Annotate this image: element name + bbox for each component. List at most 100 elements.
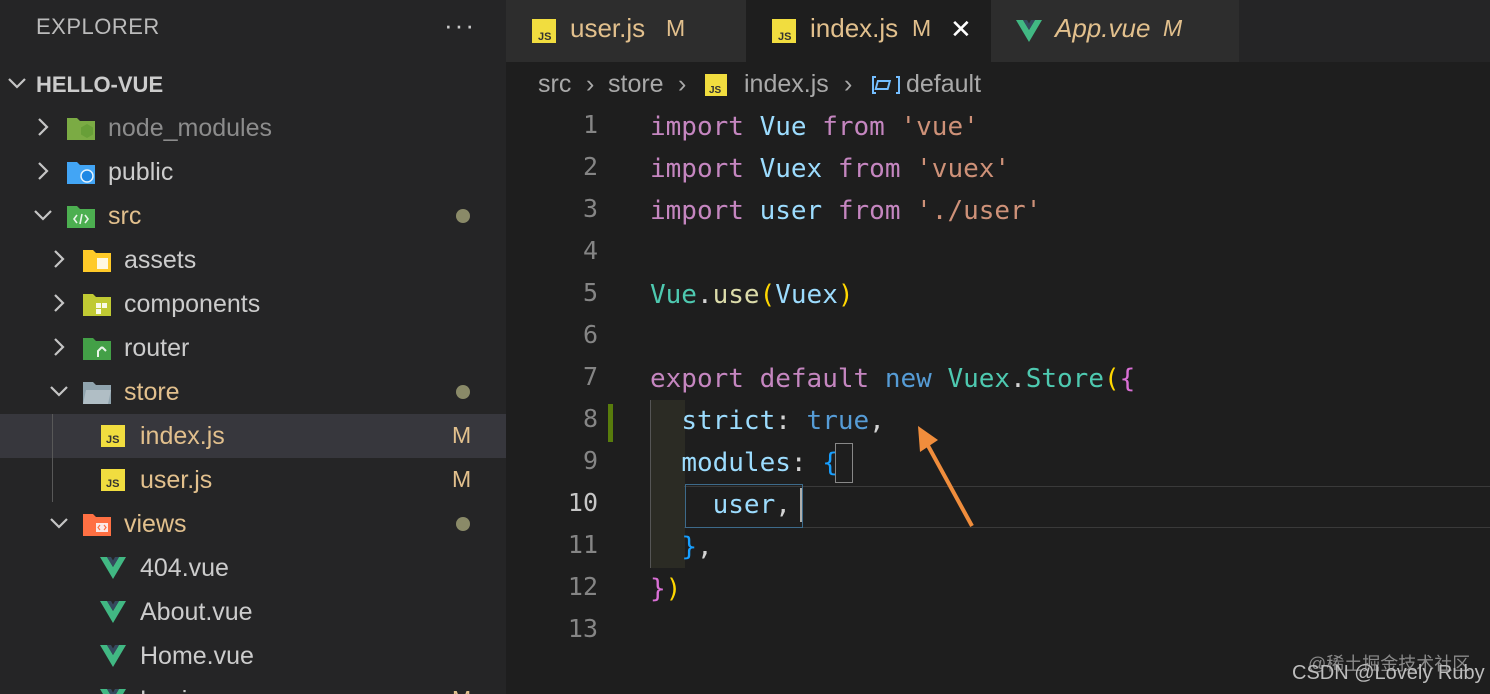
- token: }: [681, 532, 697, 562]
- close-icon[interactable]: ✕: [950, 14, 972, 45]
- tree-item-store[interactable]: store: [0, 370, 506, 414]
- line-number: 13: [567, 614, 598, 643]
- token: 'vue': [900, 112, 979, 142]
- chevron-right-icon: [48, 292, 70, 314]
- tree-item-components[interactable]: components: [0, 282, 506, 326]
- token: import: [650, 112, 744, 142]
- tree-item-label: node_modules: [108, 114, 273, 142]
- tree-item-user-js[interactable]: JS user.js M: [0, 458, 506, 502]
- code-line-9: modules: {: [650, 442, 838, 484]
- code-line-5: Vue.use(Vuex): [650, 274, 854, 316]
- vue-file-icon: [1015, 17, 1043, 45]
- tree-item-login-vue[interactable]: Login.vue M: [0, 678, 506, 694]
- chevron-right-icon: [32, 116, 54, 138]
- token: modules: [681, 448, 791, 478]
- breadcrumb-src[interactable]: src: [538, 70, 571, 99]
- chevron-right-icon: [48, 336, 70, 358]
- token: (: [1104, 364, 1120, 394]
- tree-item-views[interactable]: views: [0, 502, 506, 546]
- vue-file-icon: [98, 687, 128, 694]
- token: ,: [869, 406, 885, 436]
- code-line-7: export default new Vuex.Store({: [650, 358, 1135, 400]
- token: ): [837, 280, 854, 310]
- token: default: [759, 364, 870, 394]
- svg-text:JS: JS: [538, 31, 551, 43]
- line-number: 5: [582, 278, 598, 307]
- modified-badge: M: [912, 15, 932, 41]
- breadcrumb-separator: ›: [844, 70, 853, 98]
- tree-item-label: 404.vue: [140, 554, 229, 582]
- code-line-12: }): [650, 568, 681, 610]
- modified-dot: [456, 385, 470, 399]
- chevron-down-icon: [48, 512, 70, 534]
- code-line-3: import user from './user': [650, 190, 1041, 232]
- chevron-down-icon: [6, 72, 28, 94]
- token: :: [790, 448, 823, 478]
- token: }: [650, 574, 666, 604]
- tab-app-vue[interactable]: App.vue M: [991, 0, 1239, 62]
- tree-item-label: src: [108, 202, 142, 230]
- token: .: [696, 280, 713, 310]
- js-file-icon: JS: [98, 467, 128, 493]
- line-number: 9: [582, 446, 598, 475]
- tree-item-public[interactable]: public: [0, 150, 506, 194]
- line-number: 8: [582, 404, 598, 433]
- more-actions-icon[interactable]: ···: [444, 10, 476, 41]
- token: {: [822, 448, 838, 478]
- tab-label: App.vue: [1055, 13, 1151, 43]
- folder-open-icon: [82, 379, 112, 405]
- token: {: [1119, 364, 1136, 394]
- line-number: 7: [582, 362, 598, 391]
- token: Vuex: [759, 154, 823, 184]
- token: from: [837, 154, 901, 184]
- text-cursor: [800, 488, 802, 522]
- token: user: [712, 490, 776, 520]
- js-file-icon: JS: [530, 17, 558, 45]
- token: ,: [696, 532, 713, 562]
- line-number: 4: [582, 236, 598, 265]
- token: import: [650, 196, 744, 226]
- token: Vuex: [775, 280, 838, 310]
- token: import: [650, 154, 744, 184]
- token: use: [712, 280, 760, 310]
- token: ): [665, 574, 682, 604]
- line-number: 11: [567, 530, 598, 559]
- modified-dot: [456, 517, 470, 531]
- tree-item-about-vue[interactable]: About.vue: [0, 590, 506, 634]
- token: Vue: [650, 280, 697, 310]
- breadcrumb-separator: ›: [678, 70, 687, 98]
- svg-text:JS: JS: [778, 31, 791, 43]
- tree-item-home-vue[interactable]: Home.vue: [0, 634, 506, 678]
- watermark-csdn: CSDN @Lovely Ruby: [1292, 662, 1485, 684]
- git-modified-marker: [608, 404, 613, 442]
- src-folder-icon: [66, 203, 96, 229]
- token: Store: [1025, 364, 1104, 394]
- components-folder-icon: [82, 291, 112, 317]
- tree-item-label: index.js: [140, 422, 225, 450]
- tree-item-assets[interactable]: assets: [0, 238, 506, 282]
- tree-item-router[interactable]: router: [0, 326, 506, 370]
- tab-user-js[interactable]: JS user.js M: [506, 0, 746, 62]
- chevron-down-icon: [32, 204, 54, 226]
- breadcrumb-default[interactable]: default: [906, 70, 981, 99]
- token: (: [759, 280, 776, 310]
- router-folder-icon: [82, 335, 112, 361]
- js-file-icon: JS: [98, 423, 128, 449]
- tab-label: index.js: [810, 13, 899, 43]
- views-folder-icon: [82, 511, 112, 537]
- tree-item-404-vue[interactable]: 404.vue: [0, 546, 506, 590]
- line-number: 12: [567, 572, 598, 601]
- tab-index-js[interactable]: JS index.js M ✕: [746, 0, 991, 62]
- explorer-title: EXPLORER: [36, 14, 160, 39]
- token: from: [822, 112, 885, 142]
- tree-item-node-modules[interactable]: node_modules: [0, 106, 506, 150]
- tree-item-src[interactable]: src: [0, 194, 506, 238]
- tree-item-label: user.js: [140, 466, 213, 494]
- token: ,: [775, 490, 791, 520]
- breadcrumb-index-js[interactable]: index.js: [744, 70, 829, 99]
- modified-badge: M: [452, 422, 472, 448]
- project-folder[interactable]: HELLO-VUE: [0, 62, 506, 106]
- vue-file-icon: [98, 643, 128, 669]
- tree-item-index-js[interactable]: JS index.js M: [0, 414, 506, 458]
- breadcrumb-store[interactable]: store: [608, 70, 664, 99]
